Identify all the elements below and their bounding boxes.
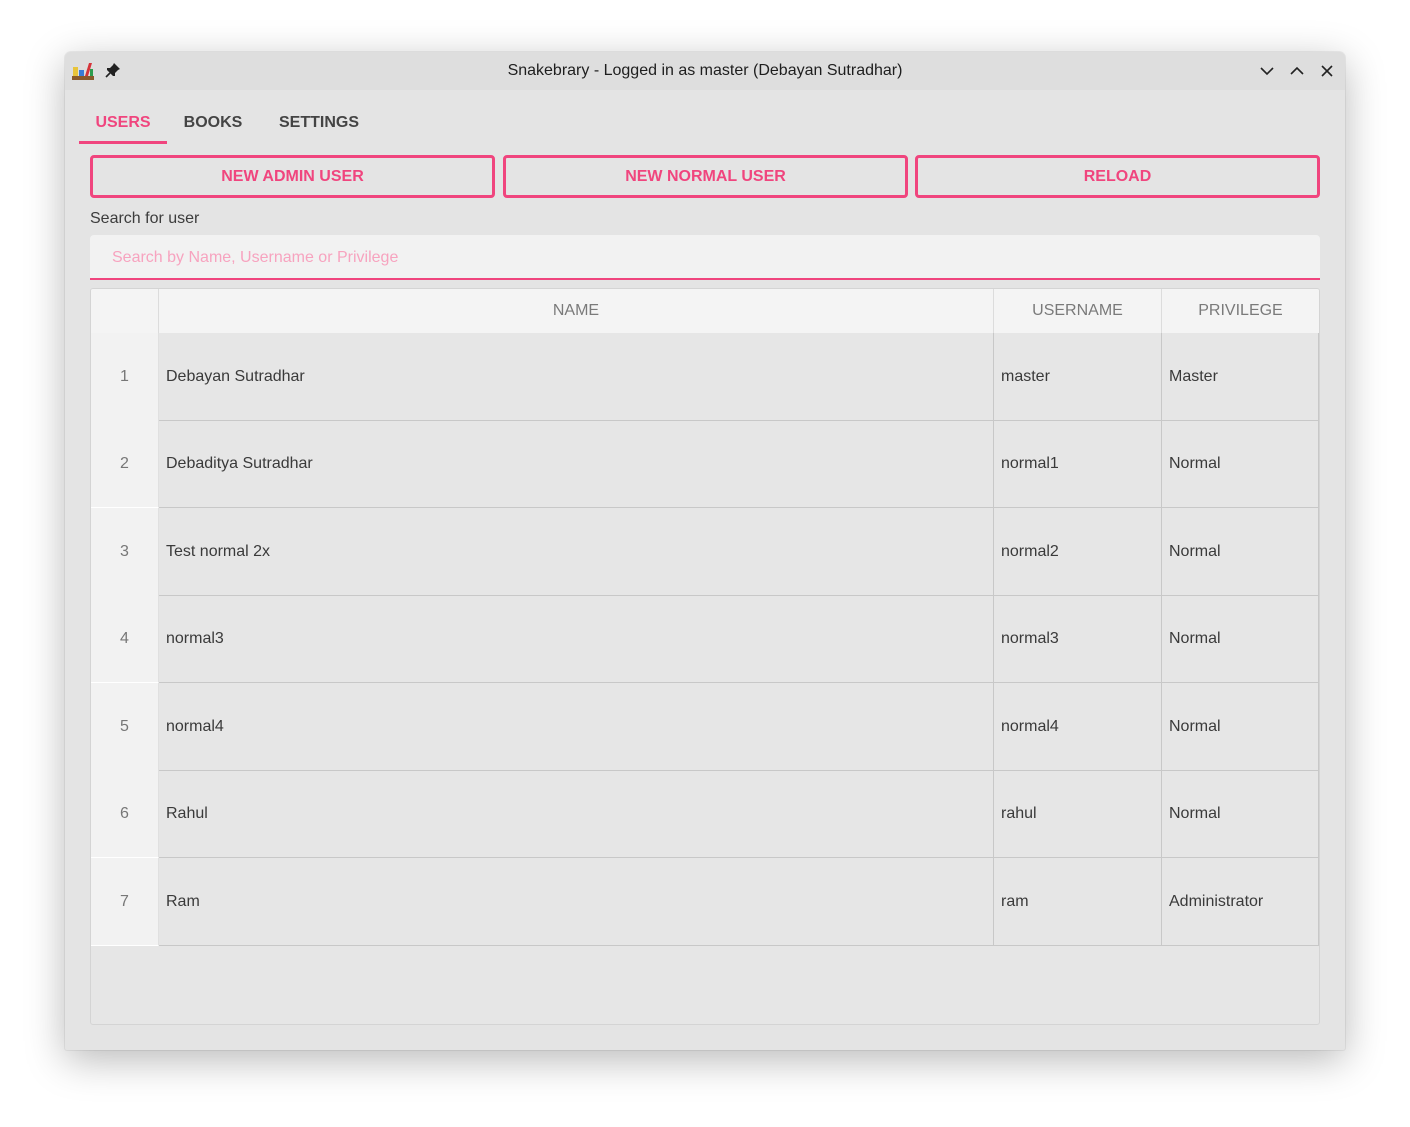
tab-users[interactable]: USERS xyxy=(79,104,167,144)
chevron-down-icon xyxy=(1260,67,1274,76)
username-cell: normal3 xyxy=(994,595,1162,683)
privilege-column-header[interactable]: PRIVILEGE xyxy=(1162,289,1319,333)
privilege-cell: Normal xyxy=(1162,595,1319,683)
row-index: 2 xyxy=(91,420,159,508)
maximize-button[interactable] xyxy=(1287,61,1307,81)
username-cell: master xyxy=(994,333,1162,421)
username-cell: ram xyxy=(994,858,1162,946)
table-row[interactable]: 6 Rahul rahul Normal xyxy=(91,770,1319,858)
privilege-cell: Administrator xyxy=(1162,858,1319,946)
index-header xyxy=(91,289,159,333)
row-index: 3 xyxy=(91,508,159,596)
table-header: NAME USERNAME PRIVILEGE xyxy=(91,289,1319,333)
new-admin-user-button[interactable]: NEW ADMIN USER xyxy=(90,155,495,198)
row-index: 5 xyxy=(91,683,159,771)
reload-button[interactable]: RELOAD xyxy=(915,155,1320,198)
name-cell: Debaditya Sutradhar xyxy=(159,420,994,508)
name-cell: Rahul xyxy=(159,770,994,858)
users-table: NAME USERNAME PRIVILEGE 1 Debayan Sutrad… xyxy=(90,288,1320,1025)
privilege-cell: Normal xyxy=(1162,770,1319,858)
title-bar[interactable]: Snakebrary - Logged in as master (Debaya… xyxy=(65,52,1345,90)
search-label: Search for user xyxy=(90,210,200,227)
window-title: Snakebrary - Logged in as master (Debaya… xyxy=(507,62,903,79)
name-cell: Ram xyxy=(159,858,994,946)
name-cell: normal3 xyxy=(159,595,994,683)
close-button[interactable] xyxy=(1317,61,1337,81)
privilege-cell: Master xyxy=(1162,333,1319,421)
app-window: Snakebrary - Logged in as master (Debaya… xyxy=(65,52,1345,1050)
new-normal-user-button[interactable]: NEW NORMAL USER xyxy=(503,155,908,198)
name-cell: Test normal 2x xyxy=(159,508,994,596)
search-input[interactable] xyxy=(110,235,1304,280)
username-cell: rahul xyxy=(994,770,1162,858)
table-row[interactable]: 2 Debaditya Sutradhar normal1 Normal xyxy=(91,420,1319,508)
username-cell: normal2 xyxy=(994,508,1162,596)
close-icon xyxy=(1321,65,1333,77)
name-cell: Debayan Sutradhar xyxy=(159,333,994,421)
row-index: 7 xyxy=(91,858,159,946)
row-index: 1 xyxy=(91,333,159,421)
table-row[interactable]: 5 normal4 normal4 Normal xyxy=(91,683,1319,771)
name-cell: normal4 xyxy=(159,683,994,771)
privilege-cell: Normal xyxy=(1162,508,1319,596)
row-index: 4 xyxy=(91,595,159,683)
username-cell: normal1 xyxy=(994,420,1162,508)
username-column-header[interactable]: USERNAME xyxy=(994,289,1162,333)
privilege-cell: Normal xyxy=(1162,420,1319,508)
table-row[interactable]: 4 normal3 normal3 Normal xyxy=(91,595,1319,683)
table-row[interactable]: 1 Debayan Sutradhar master Master xyxy=(91,333,1319,421)
search-field[interactable] xyxy=(90,235,1320,280)
chevron-up-icon xyxy=(1290,66,1304,75)
row-index: 6 xyxy=(91,770,159,858)
minimize-button[interactable] xyxy=(1257,61,1277,81)
privilege-cell: Normal xyxy=(1162,683,1319,771)
name-column-header[interactable]: NAME xyxy=(159,289,994,333)
username-cell: normal4 xyxy=(994,683,1162,771)
tab-books[interactable]: BOOKS xyxy=(175,104,251,143)
table-row[interactable]: 7 Ram ram Administrator xyxy=(91,858,1319,946)
table-row[interactable]: 3 Test normal 2x normal2 Normal xyxy=(91,508,1319,596)
tab-settings[interactable]: SETTINGS xyxy=(269,104,369,143)
